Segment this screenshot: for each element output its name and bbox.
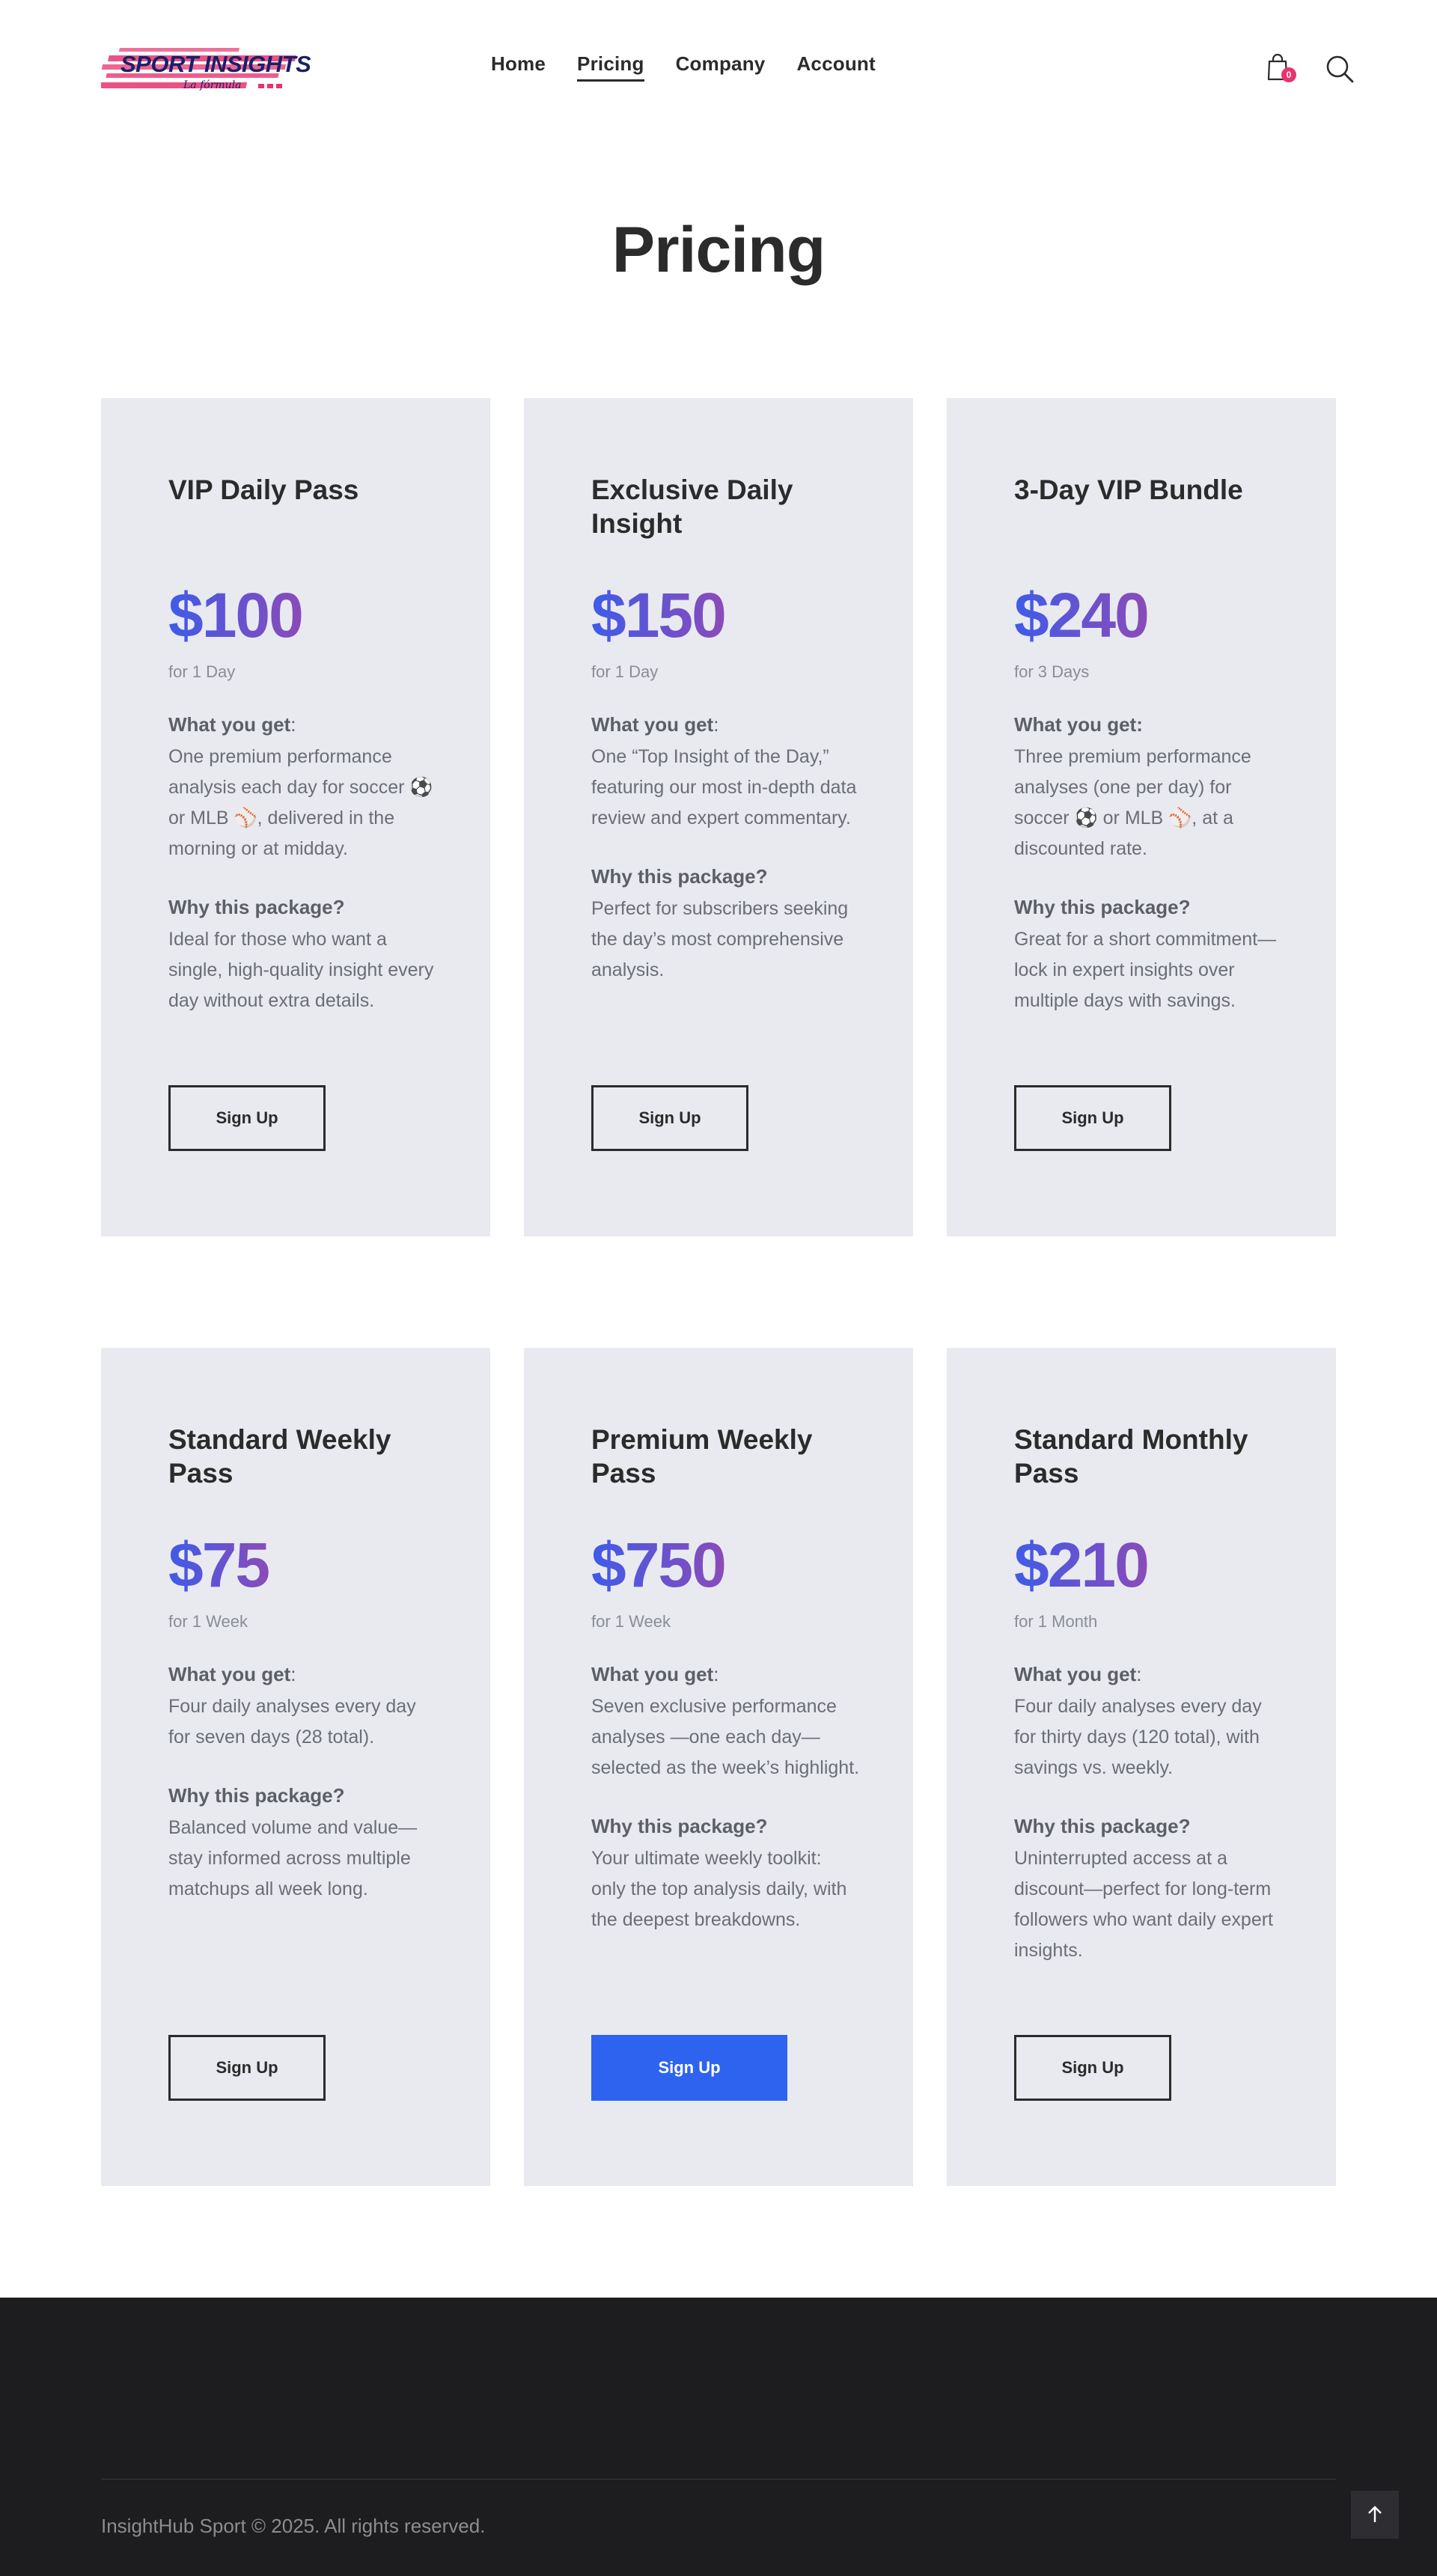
plan-period: for 1 Day — [591, 662, 659, 681]
nav-home[interactable]: Home — [491, 52, 546, 82]
sign-up-button[interactable]: Sign Up — [591, 1085, 748, 1151]
arrow-up-icon — [1368, 2506, 1382, 2522]
pricing-card-standard-monthly: Standard Monthly Pass $210 for 1 Month W… — [947, 1348, 1336, 2186]
pricing-card-exclusive-daily: Exclusive Daily Insight $150 for 1 Day W… — [524, 398, 913, 1236]
why-package-text: Perfect for subscribers seeking the day’… — [591, 898, 849, 980]
what-you-get-text: Four daily analyses every day for thirty… — [1014, 1696, 1262, 1778]
sign-up-button-primary[interactable]: Sign Up — [591, 2035, 787, 2101]
why-package-text: Balanced volume and value—stay informed … — [168, 1817, 418, 1899]
pricing-card-standard-weekly: Standard Weekly Pass $75 for 1 Week What… — [101, 1348, 490, 2186]
why-package-label: Why this package? — [168, 896, 345, 918]
pricing-card-premium-weekly: Premium Weekly Pass $750 for 1 Week What… — [524, 1348, 913, 2186]
nav-pricing[interactable]: Pricing — [577, 52, 644, 82]
cart-button[interactable]: 0 — [1265, 52, 1296, 85]
search-icon — [1326, 55, 1354, 83]
plan-period: for 1 Week — [591, 1612, 671, 1631]
why-package-text: Great for a short commitment—lock in exp… — [1014, 929, 1277, 1011]
why-package-label: Why this package? — [591, 1815, 768, 1837]
pricing-card-vip-daily: VIP Daily Pass $100 for 1 Day What you g… — [101, 398, 490, 1236]
nav-company[interactable]: Company — [676, 52, 766, 82]
site-footer: InsightHub Sport © 2025. All rights rese… — [0, 2298, 1437, 2576]
why-package-text: Ideal for those who want a single, high-… — [168, 929, 434, 1011]
plan-price: $240 — [1014, 580, 1150, 650]
why-package-text: Uninterrupted access at a discount—perfe… — [1014, 1848, 1273, 1961]
plan-title: Standard Weekly Pass — [168, 1424, 391, 1489]
page-title: Pricing — [611, 214, 826, 286]
nav-account[interactable]: Account — [796, 52, 875, 82]
site-header: SPORT INSIGHTS La fórmula Home Pricing C… — [0, 0, 1437, 135]
plan-price: $150 — [591, 580, 727, 650]
sign-up-button[interactable]: Sign Up — [1014, 1085, 1171, 1151]
plan-price: $100 — [168, 580, 304, 650]
what-you-get-label: What you get: — [591, 713, 719, 736]
why-package-text: Your ultimate weekly toolkit: only the t… — [591, 1848, 847, 1930]
what-you-get-text: Seven exclusive performance analyses —on… — [591, 1696, 860, 1778]
why-package-label: Why this package? — [1014, 896, 1191, 918]
what-you-get-label: What you get: — [1014, 713, 1143, 736]
pricing-card-3day-vip: 3-Day VIP Bundle $240 for 3 Days What yo… — [947, 398, 1336, 1236]
plan-title: Exclusive Daily Insight — [591, 474, 793, 539]
what-you-get-label: What you get: — [168, 1663, 296, 1685]
sign-up-button[interactable]: Sign Up — [168, 2035, 326, 2101]
plan-period: for 1 Day — [168, 662, 236, 681]
plan-price: $210 — [1014, 1530, 1150, 1600]
svg-text:SPORT INSIGHTS: SPORT INSIGHTS — [120, 51, 311, 77]
svg-text:La fórmula: La fórmula — [183, 79, 242, 91]
what-you-get-label: What you get: — [168, 713, 296, 736]
why-package-label: Why this package? — [168, 1784, 345, 1807]
sign-up-button[interactable]: Sign Up — [168, 1085, 326, 1151]
plan-title: Premium Weekly Pass — [591, 1424, 813, 1489]
cart-count-badge: 0 — [1281, 67, 1296, 82]
plan-price: $750 — [591, 1530, 727, 1600]
search-button[interactable] — [1325, 54, 1355, 84]
scroll-to-top-button[interactable] — [1351, 2491, 1399, 2539]
plan-period: for 1 Month — [1014, 1612, 1098, 1631]
what-you-get-label: What you get: — [1014, 1663, 1142, 1685]
plan-title: 3-Day VIP Bundle — [1014, 474, 1243, 505]
copyright-text: InsightHub Sport © 2025. All rights rese… — [101, 2515, 486, 2537]
what-you-get-text: Four daily analyses every day for seven … — [168, 1696, 416, 1748]
what-you-get-text: One premium performance analysis each da… — [168, 746, 433, 859]
plan-period: for 3 Days — [1014, 662, 1090, 681]
what-you-get-label: What you get: — [591, 1663, 719, 1685]
site-logo[interactable]: SPORT INSIGHTS La fórmula — [96, 30, 312, 105]
why-package-label: Why this package? — [591, 865, 768, 888]
main-nav: Home Pricing Company Account — [491, 52, 876, 82]
sign-up-button[interactable]: Sign Up — [1014, 2035, 1171, 2101]
what-you-get-text: Three premium performance analyses (one … — [1014, 746, 1251, 859]
what-you-get-text: One “Top Insight of the Day,” featuring … — [591, 746, 857, 828]
plan-title: Standard Monthly Pass — [1014, 1424, 1248, 1489]
plan-price: $75 — [168, 1530, 270, 1600]
plan-title: VIP Daily Pass — [168, 474, 359, 505]
why-package-label: Why this package? — [1014, 1815, 1191, 1837]
plan-period: for 1 Week — [168, 1612, 248, 1631]
